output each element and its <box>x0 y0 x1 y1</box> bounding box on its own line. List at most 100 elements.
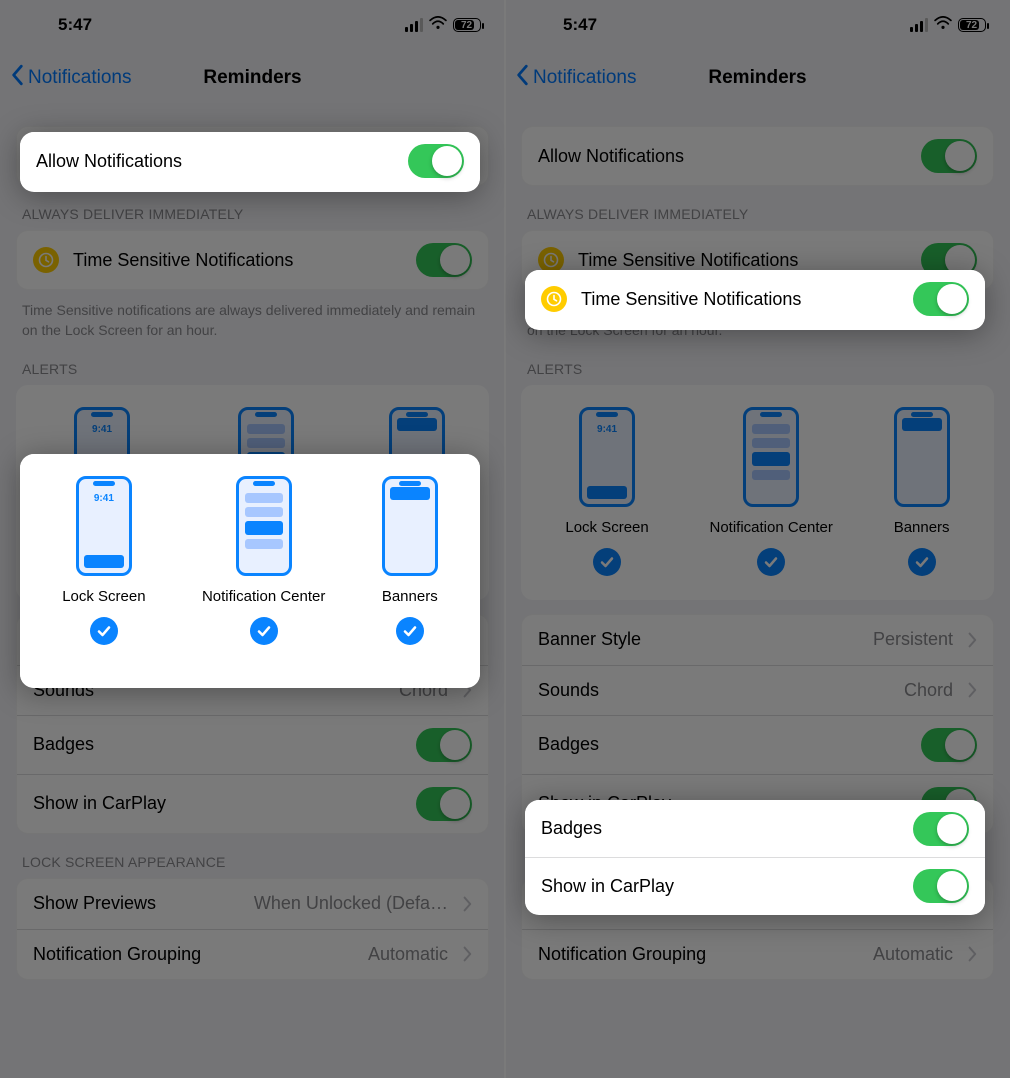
ts-label: Time Sensitive Notifications <box>578 250 798 271</box>
alert-label: Notification Center <box>202 588 325 605</box>
allow-notifications-row[interactable]: Allow Notifications <box>522 127 993 185</box>
badges-toggle[interactable] <box>921 728 977 762</box>
time-sensitive-row-hl[interactable]: Time Sensitive Notifications <box>525 270 985 328</box>
allow-group: Allow Notifications <box>521 126 994 186</box>
row-value: Automatic <box>873 944 953 965</box>
back-label: Notifications <box>533 67 637 89</box>
alerts-header: ALERTS <box>16 341 489 385</box>
pane-right: 5:47 72 Notifications Reminders Allow No… <box>505 0 1010 1078</box>
alert-label: Lock Screen <box>62 588 145 605</box>
ts-toggle[interactable] <box>913 282 969 316</box>
badges-row-hl[interactable]: Badges <box>525 800 985 857</box>
alert-opt-banners[interactable]: Banners <box>894 407 950 576</box>
ts-toggle[interactable] <box>416 243 472 277</box>
alerts-card: 9:41 Lock Screen Notification Center <box>521 385 994 600</box>
ls-header: LOCK SCREEN APPEARANCE <box>16 834 489 878</box>
status-time: 5:47 <box>58 15 92 35</box>
alert-label: Lock Screen <box>565 519 648 536</box>
allow-notifications-row-hl[interactable]: Allow Notifications <box>20 132 480 190</box>
chevron-right-icon <box>462 946 472 962</box>
row-label: Show in CarPlay <box>541 876 674 897</box>
status-time: 5:47 <box>563 15 597 35</box>
badges-toggle[interactable] <box>416 728 472 762</box>
back-label: Notifications <box>28 67 132 89</box>
sounds-row[interactable]: Sounds Chord <box>522 665 993 715</box>
alert-opt-banners[interactable]: Banners <box>382 476 438 664</box>
alert-opt-lockscreen[interactable]: 9:41 Lock Screen <box>62 476 145 664</box>
ts-header: ALWAYS DELIVER IMMEDIATELY <box>16 186 489 230</box>
pane-left: 5:47 72 Notifications Reminders Allow No… <box>0 0 505 1078</box>
battery-icon: 72 <box>958 18 986 32</box>
phone-lockscreen-icon: 9:41 <box>76 476 132 576</box>
row-label: Show in CarPlay <box>33 793 166 814</box>
carplay-toggle[interactable] <box>913 869 969 903</box>
row-value: Automatic <box>368 944 448 965</box>
chevron-right-icon <box>967 682 977 698</box>
alert-label: Banners <box>894 519 950 536</box>
chevron-right-icon <box>462 896 472 912</box>
carplay-row-hl[interactable]: Show in CarPlay <box>525 857 985 914</box>
row-label: Show Previews <box>33 893 156 914</box>
back-button[interactable]: Notifications <box>515 64 637 92</box>
row-label: Badges <box>538 734 599 755</box>
show-previews-row[interactable]: Show Previews When Unlocked (Defa… <box>17 879 488 929</box>
status-bar: 5:47 72 <box>505 0 1010 50</box>
alerts-header: ALERTS <box>521 341 994 385</box>
ts-footer: Time Sensitive notifications are always … <box>16 290 489 341</box>
row-label: Notification Grouping <box>538 944 706 965</box>
check-icon <box>250 617 278 645</box>
banner-style-row[interactable]: Banner Style Persistent <box>522 615 993 665</box>
wifi-icon <box>934 15 952 35</box>
grouping-row[interactable]: Notification Grouping Automatic <box>17 929 488 979</box>
chevron-left-icon <box>515 64 531 92</box>
cellular-icon <box>405 18 423 32</box>
check-icon <box>757 548 785 576</box>
nav-header: Notifications Reminders <box>0 56 505 100</box>
row-label: Notification Grouping <box>33 944 201 965</box>
row-label: Badges <box>33 734 94 755</box>
carplay-row[interactable]: Show in CarPlay <box>17 774 488 833</box>
back-button[interactable]: Notifications <box>10 64 132 92</box>
nav-header: Notifications Reminders <box>505 56 1010 100</box>
chevron-right-icon <box>967 946 977 962</box>
highlight-badges-carplay: Badges Show in CarPlay <box>525 800 985 915</box>
allow-toggle[interactable] <box>921 139 977 173</box>
phone-lockscreen-icon: 9:41 <box>579 407 635 507</box>
phone-nc-icon <box>236 476 292 576</box>
highlight-ts: Time Sensitive Notifications <box>525 270 985 330</box>
cellular-icon <box>910 18 928 32</box>
allow-toggle[interactable] <box>408 144 464 178</box>
ts-header: ALWAYS DELIVER IMMEDIATELY <box>521 186 994 230</box>
badges-row[interactable]: Badges <box>522 715 993 774</box>
ts-label: Time Sensitive Notifications <box>73 250 293 271</box>
battery-icon: 72 <box>453 18 481 32</box>
row-label: Banner Style <box>538 629 641 650</box>
check-icon <box>90 617 118 645</box>
phone-banner-icon <box>894 407 950 507</box>
badges-row[interactable]: Badges <box>17 715 488 774</box>
highlight-alerts: 9:41 Lock Screen Notification Center <box>20 454 480 688</box>
grouping-row[interactable]: Notification Grouping Automatic <box>522 929 993 979</box>
row-value: Persistent <box>873 629 953 650</box>
row-label: Sounds <box>538 680 599 701</box>
phone-nc-icon <box>743 407 799 507</box>
alert-label: Notification Center <box>709 519 832 536</box>
row-label: Badges <box>541 818 602 839</box>
phone-banner-icon <box>382 476 438 576</box>
allow-label: Allow Notifications <box>538 146 684 167</box>
time-sensitive-row[interactable]: Time Sensitive Notifications <box>17 231 488 289</box>
check-icon <box>908 548 936 576</box>
wifi-icon <box>429 15 447 35</box>
alert-opt-nc[interactable]: Notification Center <box>709 407 832 576</box>
carplay-toggle[interactable] <box>416 787 472 821</box>
alert-opt-nc[interactable]: Notification Center <box>202 476 325 664</box>
highlight-allow: Allow Notifications <box>20 132 480 192</box>
alert-opt-lockscreen[interactable]: 9:41 Lock Screen <box>565 407 648 576</box>
check-icon <box>396 617 424 645</box>
chevron-left-icon <box>10 64 26 92</box>
alerts-card-hl: 9:41 Lock Screen Notification Center <box>20 454 480 688</box>
alert-label: Banners <box>382 588 438 605</box>
ts-label: Time Sensitive Notifications <box>581 289 801 310</box>
badges-toggle[interactable] <box>913 812 969 846</box>
row-value: Chord <box>904 680 953 701</box>
